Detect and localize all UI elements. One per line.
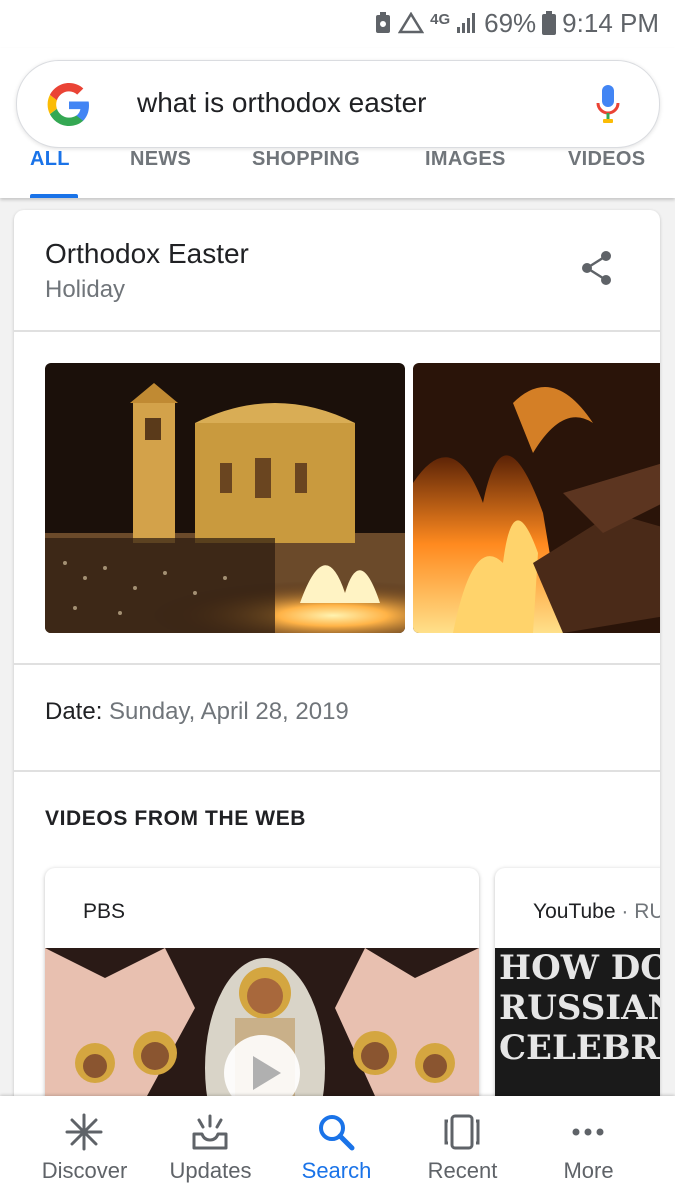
clock: 9:14 PM <box>562 7 659 38</box>
nav-search[interactable]: Search <box>269 1096 404 1200</box>
google-logo-icon <box>47 83 89 126</box>
nav-updates[interactable]: Updates <box>143 1096 278 1200</box>
video-source-extra: RUS <box>634 900 660 923</box>
entity-subtitle: Holiday <box>45 276 126 303</box>
microphone-icon[interactable] <box>595 81 621 129</box>
nav-label: More <box>563 1158 614 1183</box>
status-bar: 4G 69% 9:14 PM <box>0 0 675 48</box>
fire-closeup-image[interactable] <box>413 363 660 633</box>
thumb-text-line: HOW DO <box>499 948 660 988</box>
tab-shopping[interactable]: SHOPPING <box>252 148 360 171</box>
more-dots-icon <box>572 1128 604 1136</box>
search-tabs: ALL NEWS SHOPPING IMAGES VIDEOS <box>0 148 675 198</box>
network-type-icon: 4G <box>430 10 451 28</box>
tab-images[interactable]: IMAGES <box>425 148 506 171</box>
video-source: PBS <box>83 900 126 923</box>
source-separator: · <box>621 900 635 923</box>
updates-tray-icon <box>192 1114 228 1150</box>
share-icon[interactable] <box>580 250 614 286</box>
date-row: Date: Sunday, April 28, 2019 <box>45 698 349 726</box>
divider <box>14 663 660 665</box>
thumb-text-line: CELEBRATE <box>499 1028 660 1068</box>
nav-label: Discover <box>41 1158 128 1183</box>
search-query-text[interactable]: what is orthodox easter <box>137 87 427 119</box>
signal-icon <box>456 12 478 34</box>
video-thumbnail-russians[interactable]: HOW DO RUSSIANS CELEBRATE <box>495 948 660 1110</box>
video-card-youtube[interactable]: YouTube · RUS HOW DO RUSSIANS CELEBRATE <box>495 868 660 1110</box>
asterisk-icon <box>65 1113 103 1151</box>
battery-saver-icon <box>374 12 392 34</box>
video-thumbnail-icons[interactable] <box>45 948 479 1110</box>
tab-news[interactable]: NEWS <box>130 148 191 171</box>
knowledge-panel: Orthodox Easter Holiday Date: Sunday, Ap… <box>14 210 660 1110</box>
recycle-icon <box>398 12 425 34</box>
nav-label: Recent <box>427 1158 498 1183</box>
battery-icon <box>542 11 557 35</box>
nav-more[interactable]: More <box>521 1096 656 1200</box>
search-box[interactable]: what is orthodox easter <box>16 60 660 148</box>
bottom-navigation: Discover Updates Search Recent More <box>0 1096 675 1200</box>
status-icons: 4G 69% 9:14 PM <box>374 8 659 38</box>
date-value: Sunday, April 28, 2019 <box>109 698 349 725</box>
divider <box>14 330 660 332</box>
nav-label: Search <box>301 1158 372 1183</box>
videos-section-heading: VIDEOS FROM THE WEB <box>45 807 307 830</box>
tab-videos[interactable]: VIDEOS <box>568 148 645 171</box>
divider <box>14 770 660 772</box>
thumb-text-line: RUSSIANS <box>499 988 660 1028</box>
nav-discover[interactable]: Discover <box>17 1096 152 1200</box>
search-header: what is orthodox easter ALL NEWS SHOPPIN… <box>0 48 675 198</box>
nav-recent[interactable]: Recent <box>395 1096 530 1200</box>
recent-cards-icon <box>444 1114 480 1150</box>
search-icon <box>319 1115 355 1151</box>
active-tab-indicator <box>30 194 78 198</box>
video-source: YouTube · RUS <box>533 900 660 924</box>
video-card-pbs[interactable]: PBS <box>45 868 479 1110</box>
nav-label: Updates <box>169 1158 252 1183</box>
date-label: Date: <box>45 698 103 725</box>
entity-title: Orthodox Easter <box>45 238 249 269</box>
tab-all[interactable]: ALL <box>30 148 70 171</box>
church-bonfire-image[interactable] <box>45 363 405 633</box>
video-source-name: YouTube <box>533 900 616 923</box>
battery-percent: 69% <box>484 7 537 38</box>
